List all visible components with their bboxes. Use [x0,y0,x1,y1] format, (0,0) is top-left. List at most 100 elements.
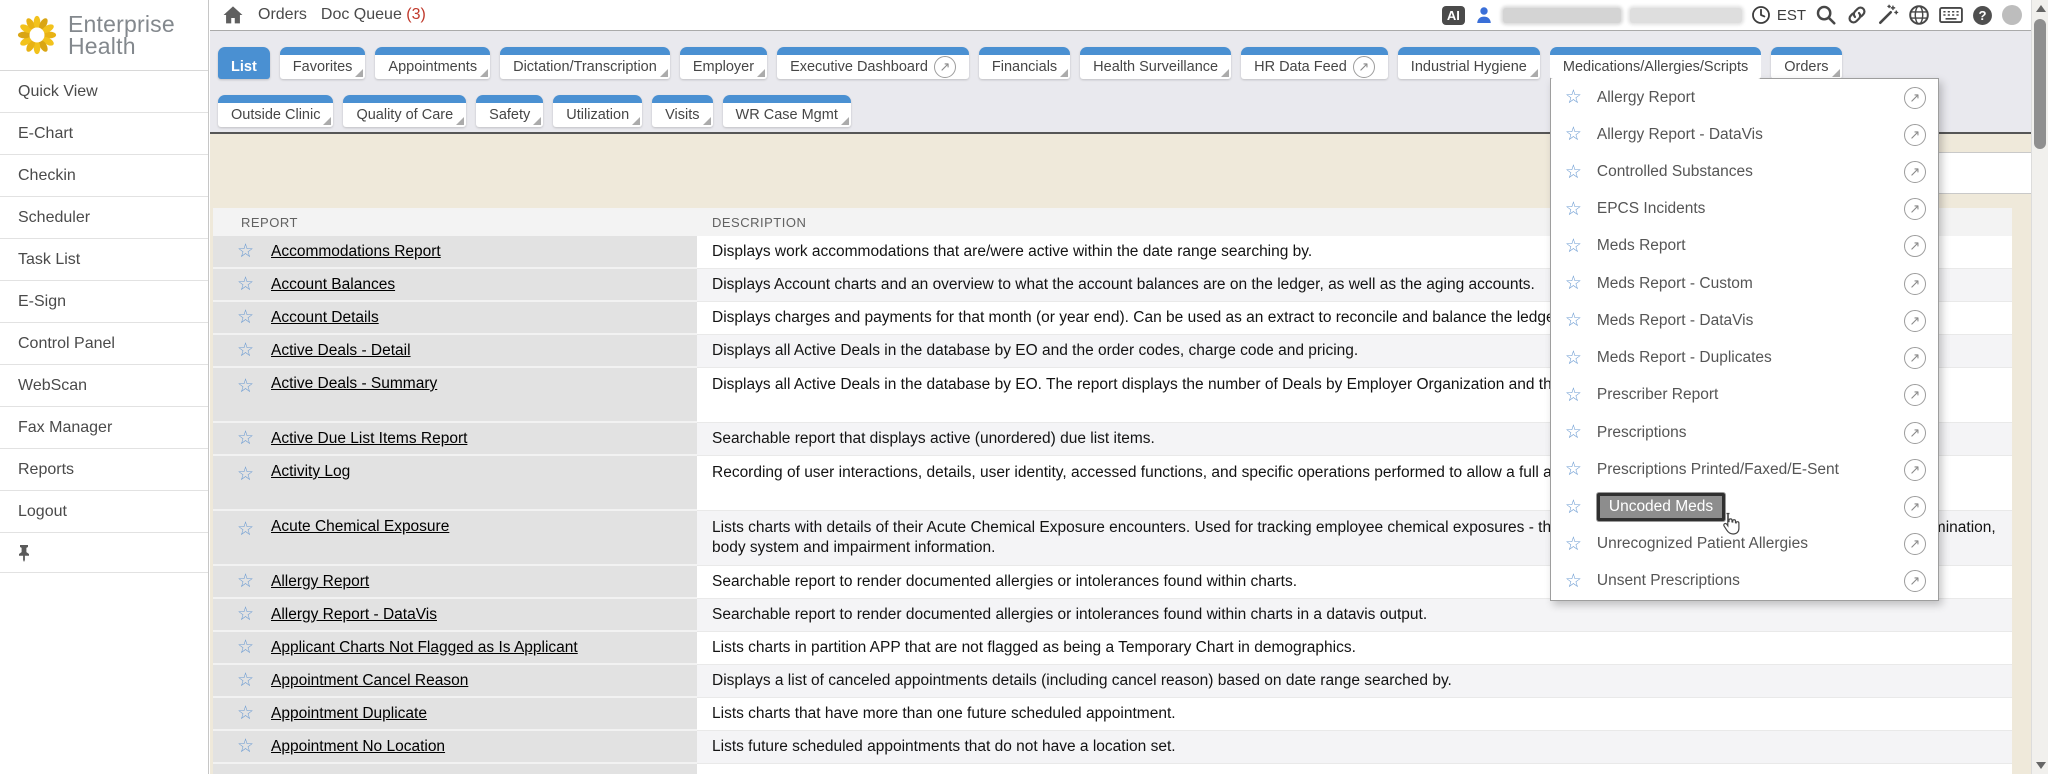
tab-medications-allergies-scripts[interactable]: Medications/Allergies/Scripts [1550,47,1761,79]
favorite-star-icon[interactable]: ☆ [237,702,271,725]
menu-item-meds-report-datavis[interactable]: ☆ Meds Report - DataVis ↗ [1551,302,1938,339]
favorite-star-icon[interactable]: ☆ [1565,496,1589,519]
tab-health-surveillance[interactable]: Health Surveillance [1080,47,1231,79]
favorite-star-icon[interactable]: ☆ [237,339,271,362]
favorite-star-icon[interactable]: ☆ [237,669,271,692]
report-link[interactable]: Acute Chemical Exposure [271,518,449,536]
search-icon[interactable] [1815,4,1837,26]
open-in-new-icon[interactable]: ↗ [1904,384,1926,406]
report-link[interactable]: Active Due List Items Report [271,430,467,448]
open-in-new-icon[interactable]: ↗ [1904,124,1926,146]
menu-item-prescriptions-printed-faxed-esent[interactable]: ☆ Prescriptions Printed/Faxed/E-Sent ↗ [1551,451,1938,488]
open-in-new-icon[interactable]: ↗ [1353,56,1375,78]
open-in-new-icon[interactable]: ↗ [1904,347,1926,369]
favorite-star-icon[interactable]: ☆ [1565,272,1589,295]
report-link[interactable]: Active Deals - Detail [271,342,411,360]
open-in-new-icon[interactable]: ↗ [1904,459,1926,481]
sidebar-item-task-list[interactable]: Task List [0,239,208,281]
open-in-new-icon[interactable]: ↗ [1904,273,1926,295]
open-in-new-icon[interactable]: ↗ [1904,533,1926,555]
favorite-star-icon[interactable]: ☆ [1565,347,1589,370]
sidebar-item-webscan[interactable]: WebScan [0,365,208,407]
favorite-star-icon[interactable]: ☆ [237,375,271,398]
home-icon[interactable] [222,5,244,25]
menu-item-meds-report[interactable]: ☆ Meds Report ↗ [1551,228,1938,265]
favorite-star-icon[interactable]: ☆ [237,427,271,450]
menu-item-unrecognized-patient-allergies[interactable]: ☆ Unrecognized Patient Allergies ↗ [1551,526,1938,563]
favorite-star-icon[interactable]: ☆ [1565,570,1589,593]
favorite-star-icon[interactable]: ☆ [237,603,271,626]
sidebar-item-e-sign[interactable]: E-Sign [0,281,208,323]
menu-item-allergy-report[interactable]: ☆ Allergy Report ↗ [1551,79,1938,116]
favorite-star-icon[interactable]: ☆ [1565,161,1589,184]
tab-outside-clinic[interactable]: Outside Clinic [218,95,333,127]
tab-favorites[interactable]: Favorites [280,47,366,79]
report-link[interactable]: Applicant Charts Not Flagged as Is Appli… [271,639,578,657]
tab-safety[interactable]: Safety [476,95,543,127]
tab-list[interactable]: List [218,47,270,79]
open-in-new-icon[interactable]: ↗ [1904,496,1926,518]
user-icon[interactable] [1474,5,1494,25]
scrollbar-thumb[interactable] [2034,19,2046,149]
menu-item-uncoded-meds[interactable]: ☆ Uncoded Meds ↗ [1551,488,1938,525]
open-in-new-icon[interactable]: ↗ [934,56,956,78]
tab-appointments[interactable]: Appointments [375,47,490,79]
nav-orders[interactable]: Orders [258,6,307,24]
report-link[interactable]: Appointment Cancel Reason [271,672,468,690]
sidebar-item-checkin[interactable]: Checkin [0,155,208,197]
sidebar-item-quick-view[interactable]: Quick View [0,71,208,113]
column-header-report[interactable]: REPORT [213,215,697,230]
tab-executive-dashboard[interactable]: Executive Dashboard ↗ [777,47,969,79]
favorite-star-icon[interactable]: ☆ [237,735,271,758]
favorite-star-icon[interactable]: ☆ [237,570,271,593]
keyboard-icon[interactable] [1939,5,1963,25]
tab-industrial-hygiene[interactable]: Industrial Hygiene [1398,47,1540,79]
tab-hr-data-feed[interactable]: HR Data Feed ↗ [1241,47,1388,79]
tab-dictation-transcription[interactable]: Dictation/Transcription [500,47,670,79]
sidebar-item-scheduler[interactable]: Scheduler [0,197,208,239]
tab-quality-of-care[interactable]: Quality of Care [343,95,466,127]
open-in-new-icon[interactable]: ↗ [1904,570,1926,592]
report-link[interactable]: Appointment Duplicate [271,705,427,723]
open-in-new-icon[interactable]: ↗ [1904,235,1926,257]
report-link[interactable]: Accommodations Report [271,243,441,261]
nav-doc-queue[interactable]: Doc Queue (3) [321,6,426,24]
sidebar-item-e-chart[interactable]: E-Chart [0,113,208,155]
open-in-new-icon[interactable]: ↗ [1904,161,1926,183]
ai-badge[interactable]: AI [1442,6,1465,25]
favorite-star-icon[interactable]: ☆ [237,306,271,329]
favorite-star-icon[interactable]: ☆ [237,518,271,541]
link-icon[interactable] [1846,4,1868,26]
column-header-description[interactable]: DESCRIPTION [697,215,806,230]
favorite-star-icon[interactable]: ☆ [1565,123,1589,146]
sidebar-item-reports[interactable]: Reports [0,449,208,491]
clock-icon[interactable] [1751,5,1771,25]
tab-utilization[interactable]: Utilization [553,95,642,127]
report-link[interactable]: Account Balances [271,276,395,294]
favorite-star-icon[interactable]: ☆ [1565,309,1589,332]
favorite-star-icon[interactable]: ☆ [1565,458,1589,481]
report-link[interactable]: Account Details [271,309,379,327]
tab-orders[interactable]: Orders [1771,47,1841,79]
menu-item-allergy-report-datavis[interactable]: ☆ Allergy Report - DataVis ↗ [1551,116,1938,153]
favorite-star-icon[interactable]: ☆ [237,240,271,263]
menu-item-meds-report-custom[interactable]: ☆ Meds Report - Custom ↗ [1551,265,1938,302]
open-in-new-icon[interactable]: ↗ [1904,87,1926,109]
report-link[interactable]: Active Deals - Summary [271,375,437,393]
favorite-star-icon[interactable]: ☆ [1565,533,1589,556]
menu-item-prescriber-report[interactable]: ☆ Prescriber Report ↗ [1551,377,1938,414]
favorite-star-icon[interactable]: ☆ [237,273,271,296]
open-in-new-icon[interactable]: ↗ [1904,422,1926,444]
menu-item-unsent-prescriptions[interactable]: ☆ Unsent Prescriptions ↗ [1551,563,1938,600]
globe-icon[interactable] [1908,4,1930,26]
favorite-star-icon[interactable]: ☆ [1565,235,1589,258]
sidebar-pin-toggle[interactable] [0,533,208,573]
favorite-star-icon[interactable]: ☆ [237,636,271,659]
report-link[interactable]: Allergy Report [271,573,369,591]
menu-item-prescriptions[interactable]: ☆ Prescriptions ↗ [1551,414,1938,451]
favorite-star-icon[interactable]: ☆ [1565,86,1589,109]
scroll-up-arrow-icon[interactable] [2036,5,2046,12]
open-in-new-icon[interactable]: ↗ [1904,198,1926,220]
tab-visits[interactable]: Visits [652,95,712,127]
favorite-star-icon[interactable]: ☆ [1565,421,1589,444]
